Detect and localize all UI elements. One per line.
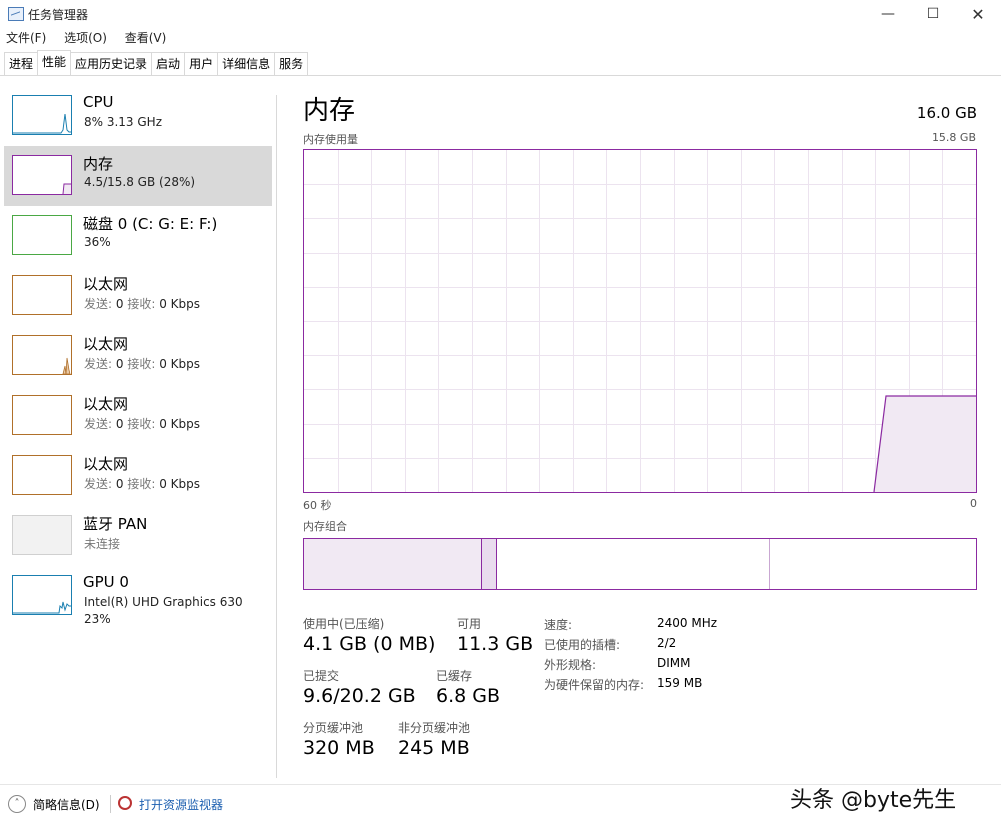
time-axis-right: 0 <box>970 497 977 510</box>
in-use-value: 4.1 GB (0 MB) <box>303 633 436 655</box>
usage-label: 内存使用量 <box>303 133 358 146</box>
maximize-button[interactable]: ☐ <box>910 0 956 28</box>
memory-usage-graph <box>303 149 977 493</box>
minimize-button[interactable]: — <box>865 0 911 28</box>
sidebar-sub: 发送: 0 接收: 0 Kbps <box>84 297 201 311</box>
memory-thumbnail <box>12 155 72 195</box>
available-label: 可用 <box>457 617 482 631</box>
tab-processes[interactable]: 进程 <box>4 52 39 75</box>
sidebar-sub: 发送: 0 接收: 0 Kbps <box>84 477 201 491</box>
spec-value-slots: 2/2 <box>657 636 677 650</box>
spec-value-speed: 2400 MHz <box>657 616 718 630</box>
sidebar-item-ethernet-2[interactable]: 以太网 发送: 0 接收: 0 Kbps <box>4 328 272 386</box>
sidebar-title: 以太网 <box>83 335 129 353</box>
composition-modified[interactable] <box>482 539 497 589</box>
memory-composition-bar <box>303 538 977 590</box>
watermark: 头条 @byte先生 <box>790 788 957 813</box>
title-bar: 任务管理器 — ☐ ✕ <box>0 0 1001 28</box>
usage-max: 15.8 GB <box>931 131 976 144</box>
menu-view[interactable]: 查看(V) <box>125 31 167 45</box>
ethernet-thumbnail <box>12 275 72 315</box>
sidebar-item-ethernet-3[interactable]: 以太网 发送: 0 接收: 0 Kbps <box>4 388 272 446</box>
sidebar-sub: 23% <box>84 612 111 626</box>
chevron-up-icon[interactable]: ˄ <box>8 795 26 813</box>
resource-monitor-icon[interactable] <box>118 796 132 810</box>
sidebar-sub: 36% <box>84 235 111 249</box>
menu-file[interactable]: 文件(F) <box>6 31 46 45</box>
cached-value: 6.8 GB <box>436 685 501 707</box>
spec-value-form-factor: DIMM <box>657 656 691 670</box>
spec-key-speed: 速度: <box>544 618 573 632</box>
available-value: 11.3 GB <box>457 633 534 655</box>
composition-standby[interactable] <box>497 539 770 589</box>
sidebar-sub: 发送: 0 接收: 0 Kbps <box>84 417 201 431</box>
sidebar-title: GPU 0 <box>83 573 129 591</box>
sidebar-title: CPU <box>83 93 114 111</box>
in-use-label: 使用中(已压缩) <box>303 617 385 631</box>
sidebar-title: 以太网 <box>83 275 129 293</box>
spec-key-reserved: 为硬件保留的内存: <box>544 678 645 692</box>
nonpaged-pool-value: 245 MB <box>398 737 470 759</box>
composition-in-use[interactable] <box>304 539 482 589</box>
task-manager-icon <box>8 7 24 21</box>
sidebar-sub: 4.5/15.8 GB (28%) <box>84 175 196 189</box>
footer-separator <box>110 795 111 813</box>
sidebar-item-gpu[interactable]: GPU 0 Intel(R) UHD Graphics 630 23% <box>4 568 272 632</box>
nonpaged-pool-label: 非分页缓冲池 <box>398 721 471 735</box>
sidebar-item-ethernet-4[interactable]: 以太网 发送: 0 接收: 0 Kbps <box>4 448 272 506</box>
sidebar-divider <box>276 95 277 778</box>
sidebar-sub: Intel(R) UHD Graphics 630 <box>84 595 243 609</box>
disk-thumbnail <box>12 215 72 255</box>
sidebar-title: 以太网 <box>83 455 129 473</box>
sidebar-sub: 8% 3.13 GHz <box>84 115 163 129</box>
tab-users[interactable]: 用户 <box>184 52 219 75</box>
committed-value: 9.6/20.2 GB <box>303 685 416 707</box>
tab-services[interactable]: 服务 <box>274 52 309 75</box>
close-button[interactable]: ✕ <box>955 0 1001 28</box>
window-title: 任务管理器 <box>28 8 89 22</box>
paged-pool-label: 分页缓冲池 <box>303 721 364 735</box>
sidebar-sub: 发送: 0 接收: 0 Kbps <box>84 357 201 371</box>
spec-key-form-factor: 外形规格: <box>544 658 597 672</box>
usage-graph-svg <box>304 150 976 492</box>
tab-startup[interactable]: 启动 <box>151 52 186 75</box>
tab-divider <box>0 75 1001 76</box>
memory-capacity: 16.0 GB <box>916 104 977 122</box>
spec-key-slots: 已使用的插槽: <box>544 638 621 652</box>
sidebar-item-memory[interactable]: 内存 4.5/15.8 GB (28%) <box>4 146 272 206</box>
sidebar-item-cpu[interactable]: CPU 8% 3.13 GHz <box>4 88 272 146</box>
gpu-thumbnail <box>12 575 72 615</box>
menu-options[interactable]: 选项(O) <box>64 31 107 45</box>
cpu-thumbnail <box>12 95 72 135</box>
page-title: 内存 <box>303 96 356 126</box>
cached-label: 已缓存 <box>436 669 473 683</box>
tab-performance[interactable]: 性能 <box>37 50 72 75</box>
sidebar-title: 以太网 <box>83 395 129 413</box>
ethernet-thumbnail <box>12 455 72 495</box>
sidebar-title: 内存 <box>83 155 114 173</box>
tab-details[interactable]: 详细信息 <box>217 52 276 75</box>
sidebar-title: 磁盘 0 (C: G: E: F:) <box>83 215 218 233</box>
tab-bar: 进程 性能 应用历史记录 启动 用户 详细信息 服务 <box>4 50 309 76</box>
composition-label: 内存组合 <box>303 520 347 533</box>
time-axis-left: 60 秒 <box>303 499 332 512</box>
ethernet-thumbnail <box>12 335 72 375</box>
sidebar-item-disk[interactable]: 磁盘 0 (C: G: E: F:) 36% <box>4 208 272 266</box>
sidebar-sub: 未连接 <box>84 537 121 551</box>
ethernet-thumbnail <box>12 395 72 435</box>
tab-app-history[interactable]: 应用历史记录 <box>70 52 153 75</box>
sidebar-item-ethernet-1[interactable]: 以太网 发送: 0 接收: 0 Kbps <box>4 268 272 326</box>
composition-free[interactable] <box>770 539 976 589</box>
menu-bar: 文件(F) 选项(O) 查看(V) <box>6 29 180 49</box>
sidebar-item-bluetooth[interactable]: 蓝牙 PAN 未连接 <box>4 508 272 566</box>
spec-value-reserved: 159 MB <box>657 676 703 690</box>
sidebar-title: 蓝牙 PAN <box>83 515 148 533</box>
paged-pool-value: 320 MB <box>303 737 375 759</box>
fewer-details-button[interactable]: 简略信息(D) <box>33 796 100 813</box>
bluetooth-thumbnail <box>12 515 72 555</box>
open-resource-monitor-link[interactable]: 打开资源监视器 <box>139 796 223 813</box>
committed-label: 已提交 <box>303 669 340 683</box>
